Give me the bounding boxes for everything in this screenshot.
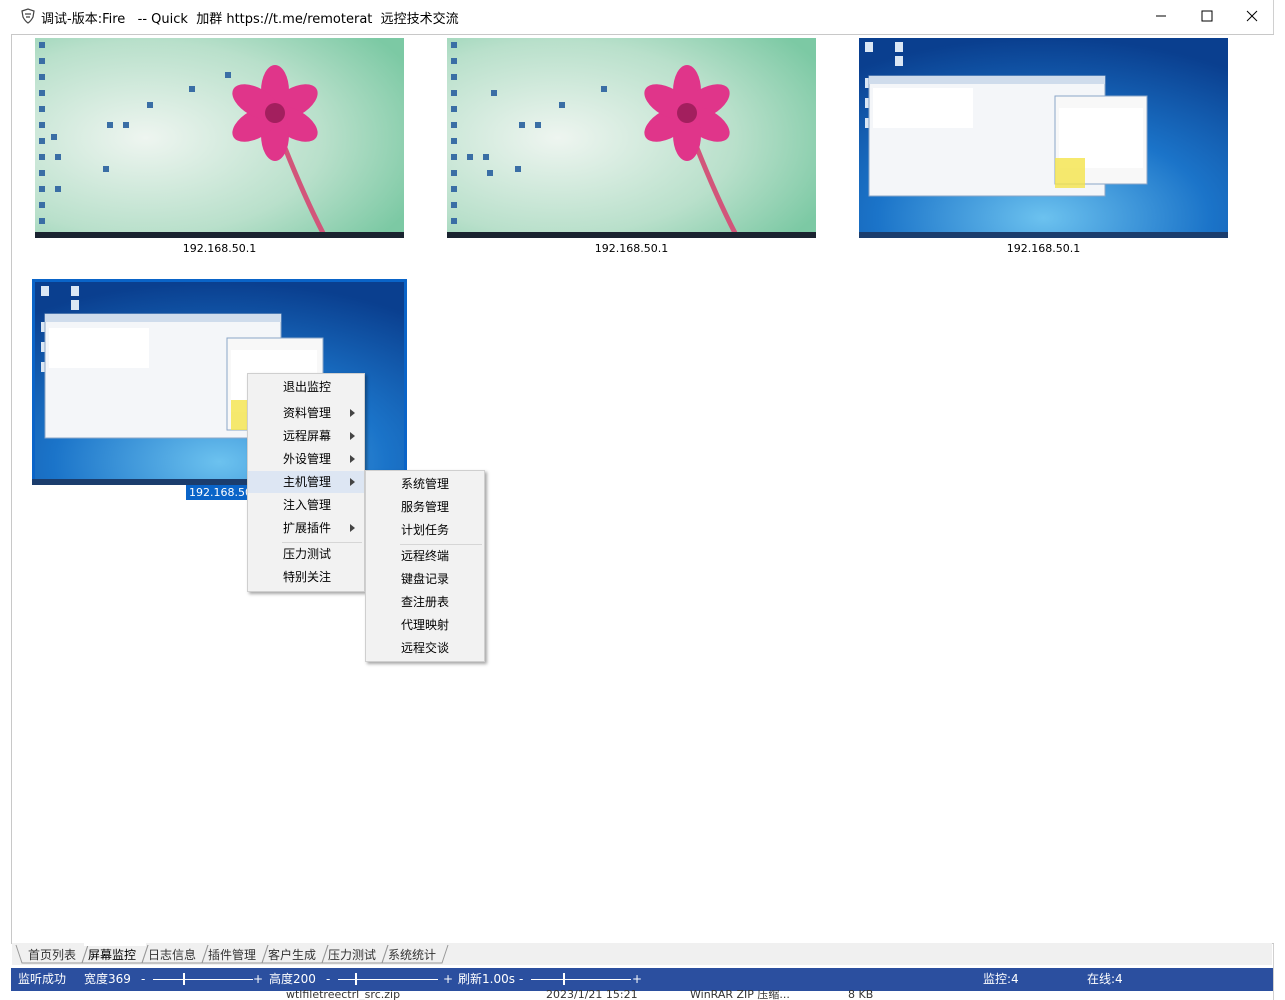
windows-desktop-image bbox=[859, 38, 1228, 238]
submenu-arrow-icon bbox=[350, 455, 355, 463]
menu-item-peripheral-management[interactable]: 外设管理 bbox=[248, 448, 364, 470]
menu-item-data-management[interactable]: 资料管理 bbox=[248, 402, 364, 424]
submenu-item-remote-terminal[interactable]: 远程终端 bbox=[366, 545, 484, 567]
screen-thumbnail[interactable] bbox=[447, 38, 816, 238]
tab-stress-test[interactable]: 压力测试 bbox=[328, 946, 376, 964]
height-increase-button[interactable]: + bbox=[443, 968, 453, 991]
menu-item-label: 远程屏幕 bbox=[283, 429, 332, 443]
menu-item-label: 特别关注 bbox=[283, 570, 332, 584]
width-slider-track[interactable] bbox=[153, 979, 253, 980]
submenu-arrow-icon bbox=[350, 478, 355, 486]
tab-strip: 首页列表 屏幕监控 日志信息 插件管理 客户生成 压力测试 系统统计 bbox=[12, 943, 1272, 965]
menu-item-label: 扩展插件 bbox=[283, 521, 332, 535]
height-slider-thumb[interactable] bbox=[355, 973, 357, 985]
listen-status: 监听成功 bbox=[18, 972, 67, 986]
minimize-icon bbox=[1156, 15, 1166, 17]
refresh-slider-thumb[interactable] bbox=[563, 973, 565, 985]
refresh-value: 刷新1.00s bbox=[458, 972, 515, 986]
menu-item-label: 压力测试 bbox=[283, 547, 332, 561]
flower-wallpaper-image bbox=[447, 38, 816, 238]
maximize-button[interactable] bbox=[1184, 0, 1230, 32]
menu-item-label: 代理映射 bbox=[401, 618, 450, 632]
menu-item-label: 服务管理 bbox=[401, 500, 450, 514]
taskbar bbox=[35, 232, 404, 238]
menu-item-host-management[interactable]: 主机管理 bbox=[248, 471, 364, 493]
menu-item-label: 系统管理 bbox=[401, 477, 450, 491]
monitor-count: 监控:4 bbox=[983, 972, 1019, 986]
screen-thumbnail[interactable] bbox=[859, 38, 1228, 238]
menu-item-label: 主机管理 bbox=[283, 475, 332, 489]
maximize-icon bbox=[1201, 10, 1213, 22]
submenu-item-service-management[interactable]: 服务管理 bbox=[366, 496, 484, 518]
tab-log-info[interactable]: 日志信息 bbox=[148, 946, 196, 964]
thumbnail-label: 192.168.50.1 bbox=[594, 242, 669, 255]
window-title: 调试-版本:Fire -- Quick 加群 https://t.me/remo… bbox=[41, 12, 459, 27]
background-file-type: WinRAR ZIP 压缩... bbox=[690, 990, 790, 1000]
height-decrease-button[interactable]: - bbox=[326, 968, 330, 991]
submenu-arrow-icon bbox=[350, 432, 355, 440]
width-decrease-button[interactable]: - bbox=[141, 968, 145, 991]
width-increase-button[interactable]: + bbox=[253, 968, 263, 991]
thumbnail-label: 192.168.50.1 bbox=[182, 242, 257, 255]
title-bar[interactable]: 调试-版本:Fire -- Quick 加群 https://t.me/remo… bbox=[0, 0, 1273, 34]
tab-client-builder[interactable]: 客户生成 bbox=[268, 946, 316, 964]
menu-item-label: 远程终端 bbox=[401, 549, 450, 563]
refresh-increase-button[interactable]: + bbox=[632, 968, 642, 991]
close-icon bbox=[1246, 10, 1258, 22]
main-window: 调试-版本:Fire -- Quick 加群 https://t.me/remo… bbox=[0, 0, 1274, 1000]
status-bar: 监听成功 宽度369 - + 高度200 - + 刷新1.00s - + 监控:… bbox=[11, 968, 1273, 991]
context-menu: 退出监控 资料管理 远程屏幕 外设管理 主机管理 注入管理 扩展插件 压力测试 … bbox=[247, 373, 365, 592]
menu-item-label: 资料管理 bbox=[283, 406, 332, 420]
screen-monitor-panel: 192.168.50.1 192.168.50.1 192.168.50.1 1… bbox=[11, 34, 1274, 944]
taskbar bbox=[447, 232, 816, 238]
height-slider-track[interactable] bbox=[338, 979, 438, 980]
submenu-item-remote-chat[interactable]: 远程交谈 bbox=[366, 637, 484, 659]
menu-item-label: 计划任务 bbox=[401, 523, 450, 537]
background-file-size: 8 KB bbox=[848, 990, 874, 1000]
width-value: 宽度369 bbox=[84, 972, 131, 986]
background-file-name: wtlfiletreectrl_src.zip bbox=[286, 990, 401, 1000]
menu-item-label: 查注册表 bbox=[401, 595, 450, 609]
menu-item-special-attention[interactable]: 特别关注 bbox=[248, 566, 364, 588]
menu-item-exit-monitor[interactable]: 退出监控 bbox=[248, 376, 364, 398]
refresh-slider-track[interactable] bbox=[531, 979, 631, 980]
submenu-item-system-management[interactable]: 系统管理 bbox=[366, 473, 484, 495]
submenu-item-scheduled-tasks[interactable]: 计划任务 bbox=[366, 519, 484, 541]
menu-item-label: 远程交谈 bbox=[401, 641, 450, 655]
menu-item-label: 键盘记录 bbox=[401, 572, 450, 586]
minimize-button[interactable] bbox=[1138, 0, 1184, 32]
menu-item-remote-screen[interactable]: 远程屏幕 bbox=[248, 425, 364, 447]
width-slider-thumb[interactable] bbox=[183, 973, 185, 985]
screen-thumbnail[interactable] bbox=[35, 38, 404, 238]
menu-item-stress-test[interactable]: 压力测试 bbox=[248, 543, 364, 565]
menu-item-label: 外设管理 bbox=[283, 452, 332, 466]
tab-system-statistics[interactable]: 系统统计 bbox=[388, 946, 436, 964]
background-file-date: 2023/1/21 15:21 bbox=[546, 990, 638, 1000]
submenu-arrow-icon bbox=[350, 524, 355, 532]
host-management-submenu: 系统管理 服务管理 计划任务 远程终端 键盘记录 查注册表 代理映射 远程交谈 bbox=[365, 470, 485, 662]
tab-plugin-management[interactable]: 插件管理 bbox=[208, 946, 256, 964]
submenu-item-registry[interactable]: 查注册表 bbox=[366, 591, 484, 613]
flower-wallpaper-image bbox=[35, 38, 404, 238]
menu-item-label: 注入管理 bbox=[283, 498, 332, 512]
menu-item-extension-plugins[interactable]: 扩展插件 bbox=[248, 517, 364, 539]
thumbnail-label: 192.168.50.1 bbox=[1006, 242, 1081, 255]
app-shield-icon bbox=[21, 8, 35, 24]
submenu-item-keylogger[interactable]: 键盘记录 bbox=[366, 568, 484, 590]
submenu-arrow-icon bbox=[350, 409, 355, 417]
online-count: 在线:4 bbox=[1087, 972, 1123, 986]
tab-home-list[interactable]: 首页列表 bbox=[28, 946, 76, 964]
tab-screen-monitor[interactable]: 屏幕监控 bbox=[88, 946, 136, 964]
menu-item-label: 退出监控 bbox=[283, 380, 332, 394]
refresh-decrease-button[interactable]: - bbox=[519, 968, 523, 991]
taskbar bbox=[859, 232, 1228, 238]
height-value: 高度200 bbox=[269, 972, 316, 986]
submenu-item-proxy-mapping[interactable]: 代理映射 bbox=[366, 614, 484, 636]
close-button[interactable] bbox=[1229, 0, 1275, 32]
menu-item-injection-management[interactable]: 注入管理 bbox=[248, 494, 364, 516]
